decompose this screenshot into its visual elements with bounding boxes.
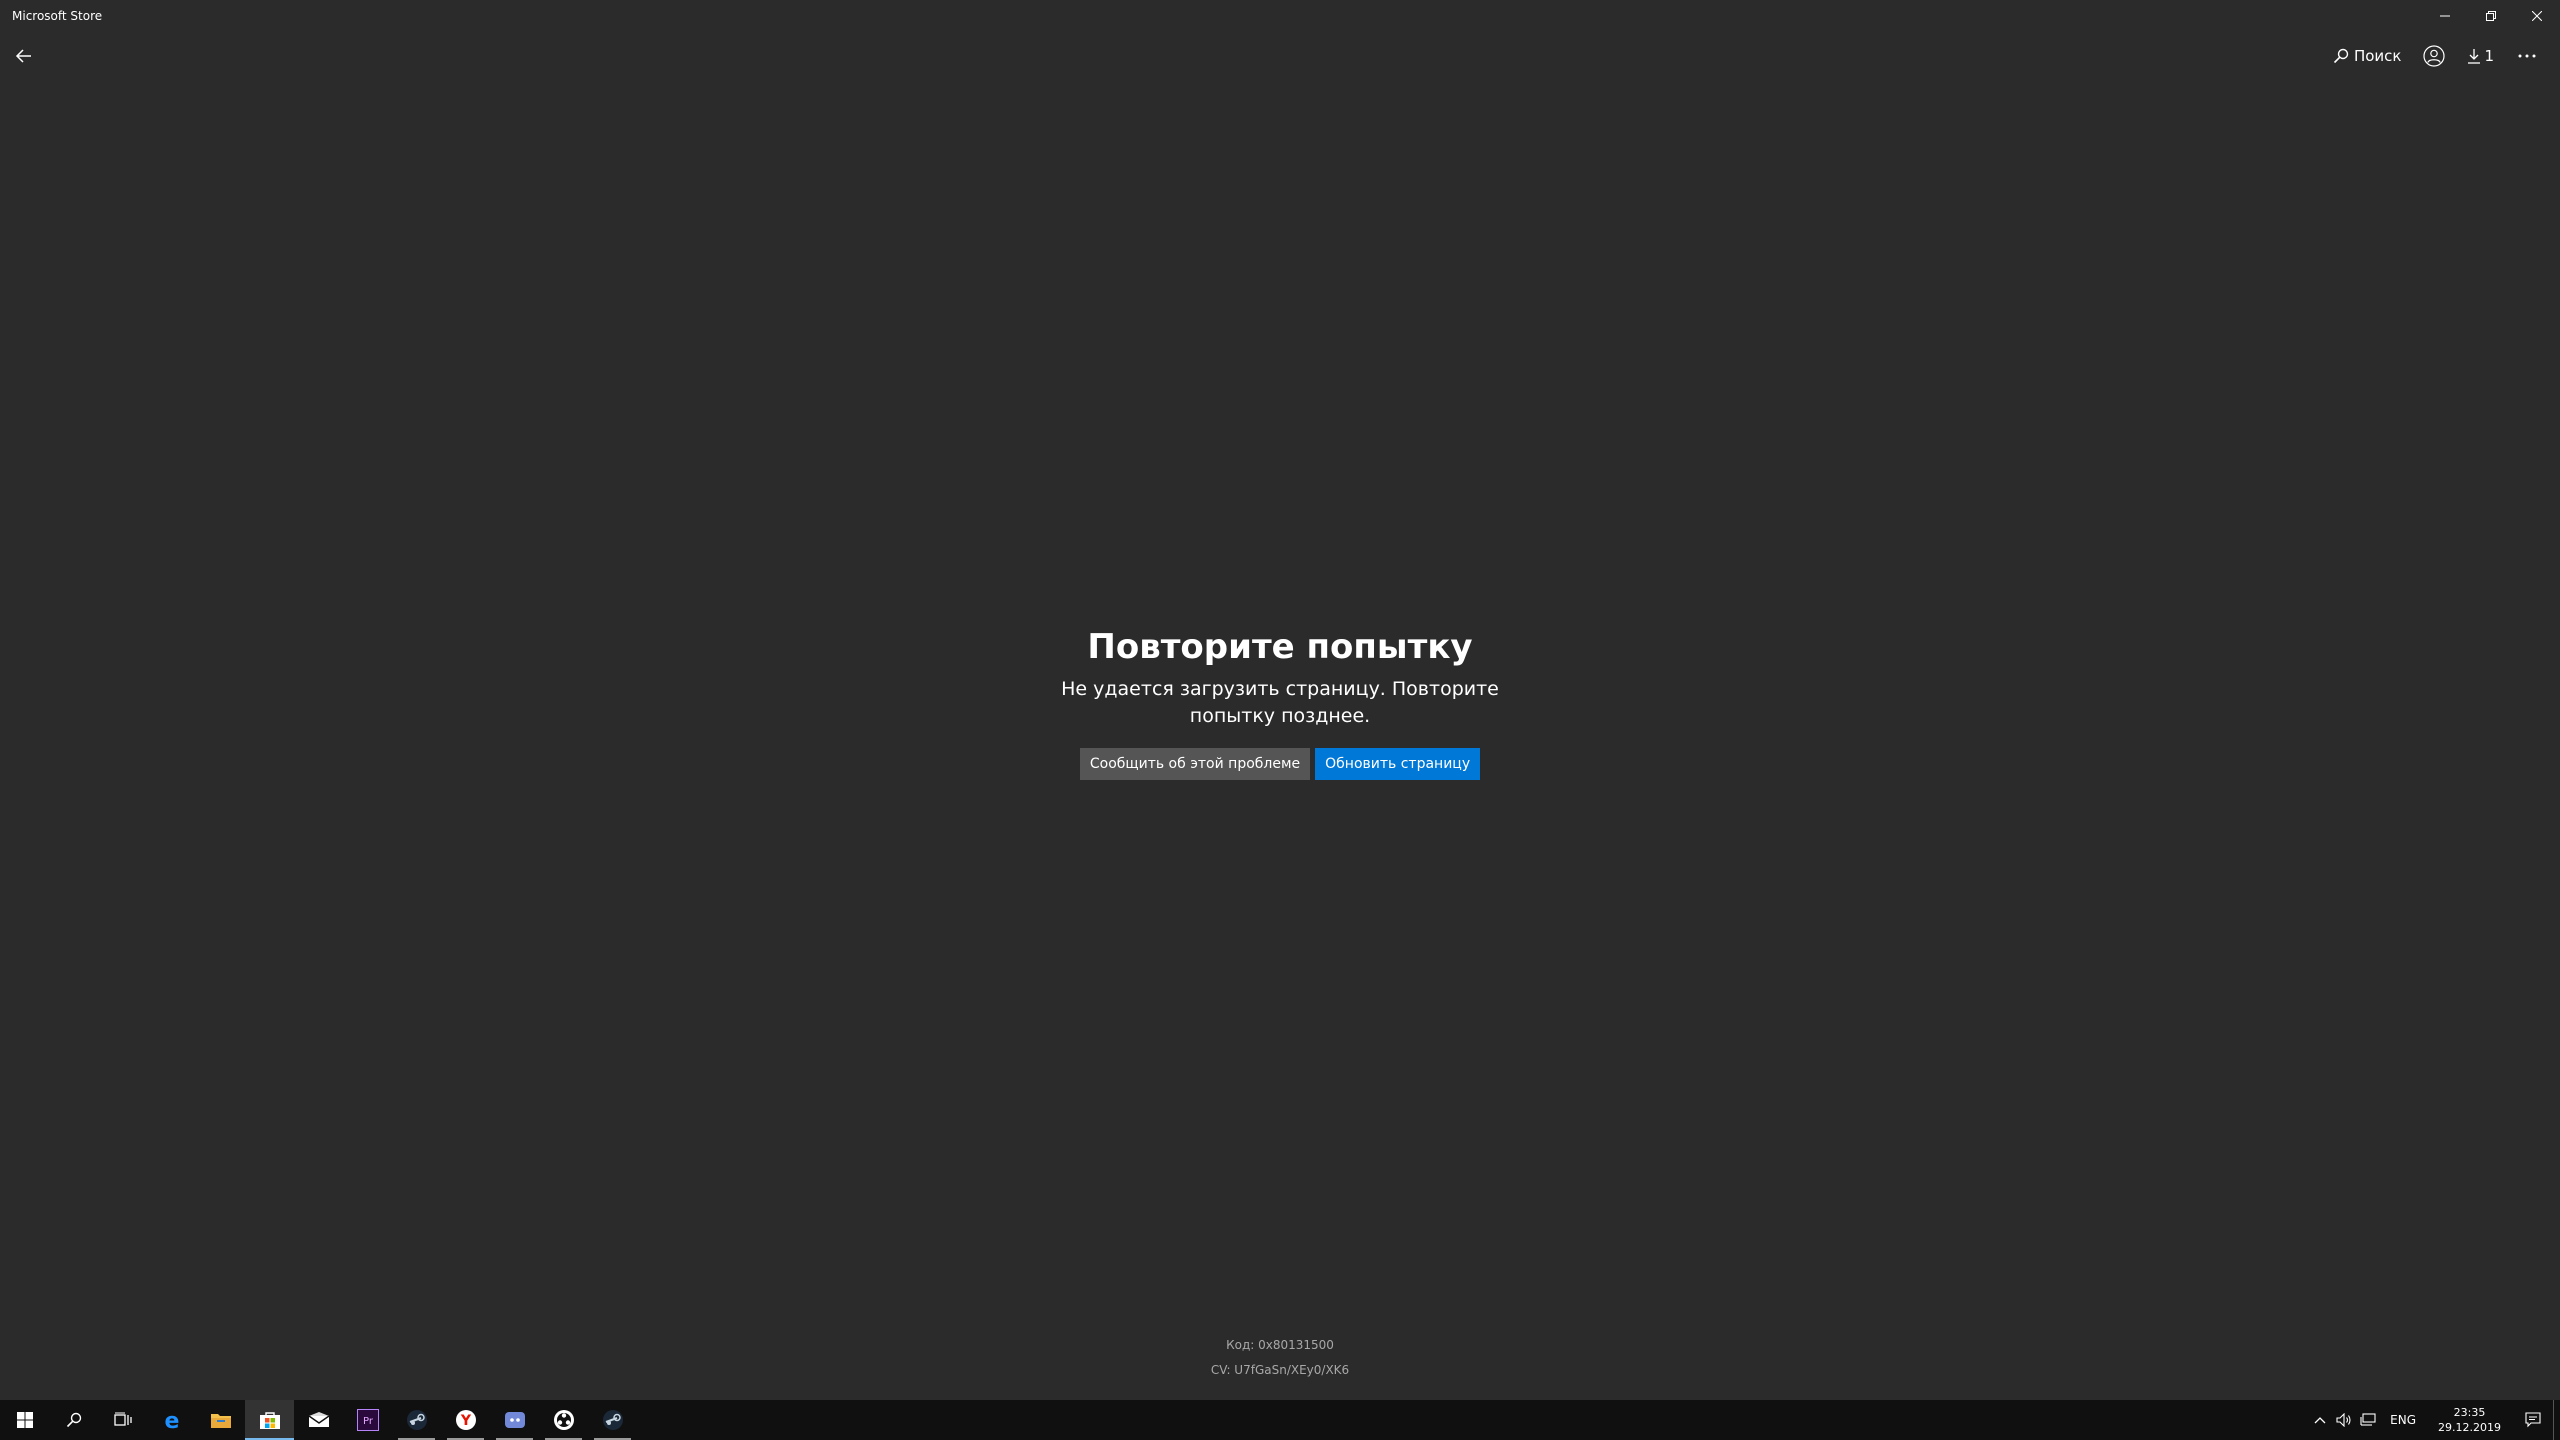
minimize-button[interactable] <box>2422 0 2468 32</box>
edge-icon: e <box>164 1409 179 1431</box>
download-icon <box>2468 49 2481 64</box>
network-button[interactable] <box>2356 1400 2380 1440</box>
clock-time: 23:35 <box>2453 1406 2486 1419</box>
svg-text:e: e <box>164 1409 179 1431</box>
error-details: Код: 0x80131500 CV: U7fGaSn/XEy0/XK6 <box>0 1333 2560 1383</box>
back-button[interactable] <box>6 38 42 74</box>
steam-icon <box>602 1410 623 1430</box>
taskbar-obs[interactable] <box>539 1400 588 1440</box>
taskbar-search-button[interactable] <box>49 1400 98 1440</box>
restore-icon <box>2486 11 2496 21</box>
report-problem-button[interactable]: Сообщить об этой проблеме <box>1079 748 1311 780</box>
taskbar-discord[interactable] <box>490 1400 539 1440</box>
refresh-page-button[interactable]: Обновить страницу <box>1315 748 1481 780</box>
taskbar-mail[interactable] <box>294 1400 343 1440</box>
more-dots-icon <box>2518 54 2536 58</box>
arrow-left-icon <box>15 49 31 63</box>
error-panel: Повторите попытку Не удается загрузить с… <box>0 620 2560 780</box>
correlation-vector: CV: U7fGaSn/XEy0/XK6 <box>1210 1363 1350 1377</box>
network-icon <box>2360 1413 2376 1426</box>
svg-text:Y: Y <box>459 1413 471 1429</box>
minimize-icon <box>2440 15 2450 17</box>
volume-button[interactable] <box>2332 1400 2356 1440</box>
task-view-button[interactable] <box>98 1400 147 1440</box>
svg-text:Pr: Pr <box>363 1416 374 1427</box>
system-tray: ENG 23:35 29.12.2019 <box>2308 1400 2560 1440</box>
start-icon <box>16 1412 33 1428</box>
search-button[interactable]: Поиск <box>2323 36 2412 76</box>
error-code: Код: 0x80131500 <box>1226 1338 1334 1352</box>
search-label: Поиск <box>2353 47 2402 65</box>
window-controls <box>2422 0 2560 32</box>
show-hidden-icons-button[interactable] <box>2308 1400 2332 1440</box>
taskbar-edge[interactable]: e <box>147 1400 196 1440</box>
taskbar-steam-2[interactable] <box>588 1400 637 1440</box>
mail-icon <box>308 1412 329 1427</box>
error-title: Повторите попытку <box>1087 627 1473 667</box>
action-center-button[interactable] <box>2513 1400 2553 1440</box>
show-desktop-button[interactable] <box>2553 1400 2560 1440</box>
file-explorer-icon <box>210 1414 231 1428</box>
chevron-up-icon <box>2314 1417 2326 1424</box>
close-icon <box>2532 11 2542 21</box>
search-icon <box>2333 48 2349 64</box>
input-language[interactable]: ENG <box>2380 1413 2426 1427</box>
premiere-icon: Pr <box>356 1409 379 1431</box>
yandex-icon: Y <box>455 1410 476 1430</box>
task-view-icon <box>113 1412 132 1426</box>
microsoft-store-window: Microsoft Store Поиск 1 Повторите попытк… <box>0 0 2560 1400</box>
search-icon <box>66 1412 81 1428</box>
app-title: Microsoft Store <box>12 9 103 23</box>
store-icon <box>259 1412 280 1429</box>
error-actions: Сообщить об этой проблеме Обновить стран… <box>0 748 2560 780</box>
downloads-count: 1 <box>2484 47 2494 65</box>
taskbar: e Pr Y ENG 23:35 29.12.2019 <box>0 1400 2560 1440</box>
nav-actions: Поиск 1 <box>2323 32 2550 80</box>
discord-icon <box>504 1412 525 1428</box>
notification-icon <box>2525 1412 2541 1428</box>
restore-button[interactable] <box>2468 0 2514 32</box>
user-avatar-icon <box>2423 45 2446 67</box>
downloads-button[interactable]: 1 <box>2457 36 2504 76</box>
steam-icon <box>406 1410 427 1430</box>
taskbar-steam-1[interactable] <box>392 1400 441 1440</box>
clock[interactable]: 23:35 29.12.2019 <box>2426 1405 2513 1435</box>
taskbar-store[interactable] <box>245 1400 294 1440</box>
account-button[interactable] <box>2411 36 2457 76</box>
nav-bar: Поиск 1 <box>0 32 2560 80</box>
clock-date: 29.12.2019 <box>2438 1421 2501 1434</box>
taskbar-apps: e Pr Y <box>0 1400 637 1440</box>
taskbar-yandex[interactable]: Y <box>441 1400 490 1440</box>
obs-icon <box>553 1410 574 1430</box>
taskbar-premiere[interactable]: Pr <box>343 1400 392 1440</box>
title-bar: Microsoft Store <box>0 0 2560 32</box>
speaker-icon <box>2336 1413 2351 1427</box>
taskbar-file-explorer[interactable] <box>196 1400 245 1440</box>
error-message: Не удается загрузить страницу. Повторите… <box>1061 678 1499 727</box>
start-button[interactable] <box>0 1400 49 1440</box>
close-button[interactable] <box>2514 0 2560 32</box>
more-options-button[interactable] <box>2504 36 2550 76</box>
